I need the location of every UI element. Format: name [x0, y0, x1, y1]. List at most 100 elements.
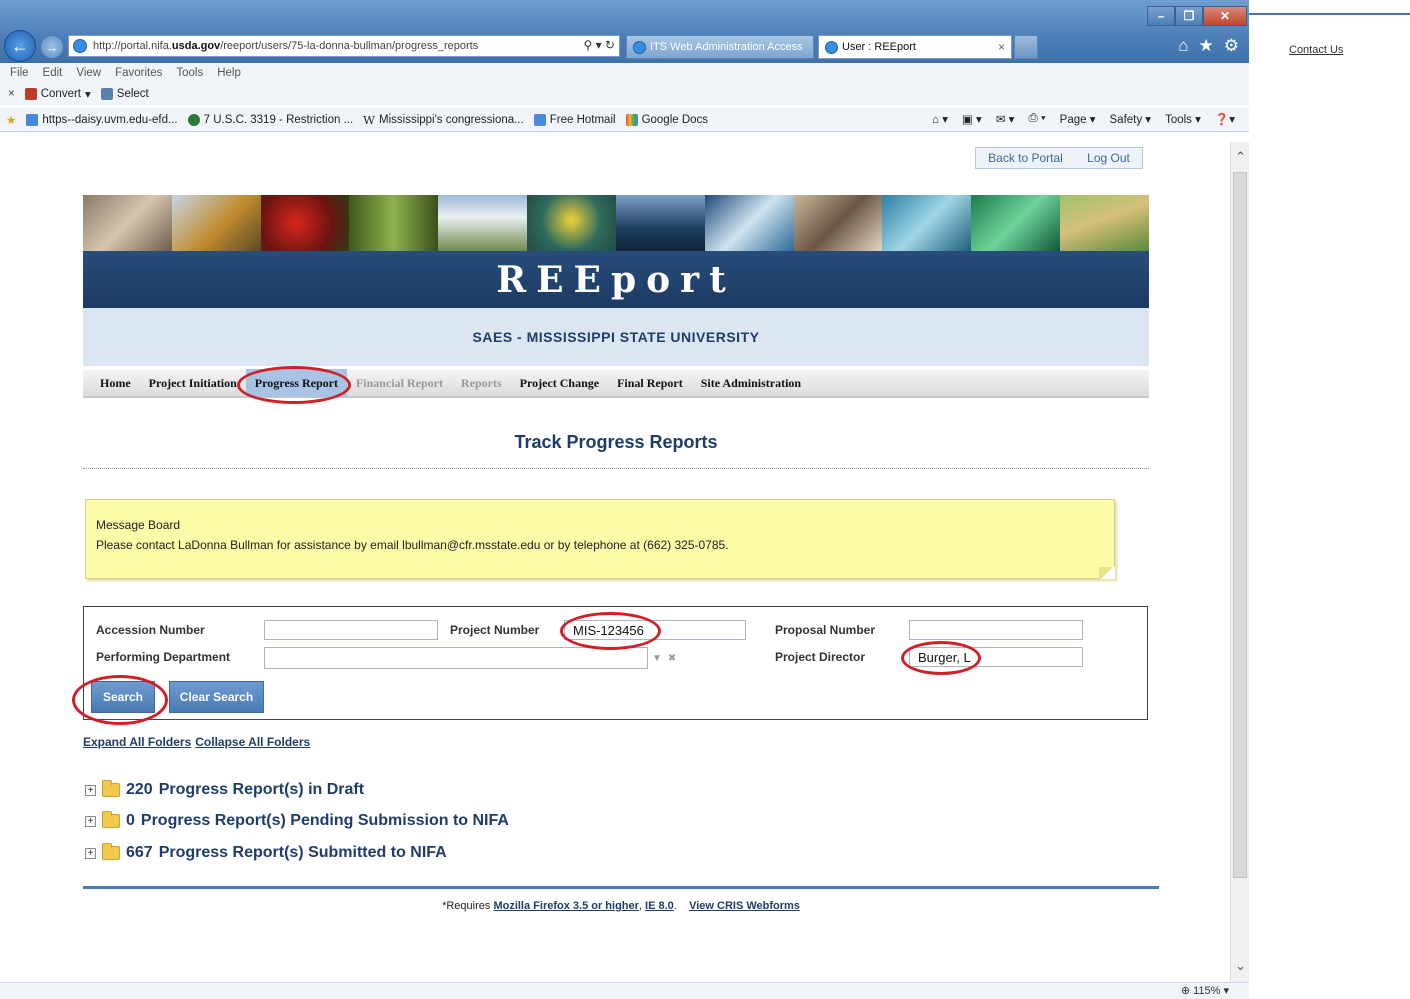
ie-link[interactable]: IE 8.0	[645, 900, 674, 912]
search-button[interactable]: Search	[91, 681, 155, 713]
new-tab-button[interactable]	[1014, 35, 1038, 59]
expand-plus-icon[interactable]: +	[85, 847, 96, 859]
folder-label[interactable]: Progress Report(s) Submitted to NIFA	[159, 844, 447, 862]
star-icon[interactable]: ★	[1199, 36, 1214, 56]
favorite-link[interactable]: 7 U.S.C. 3319 - Restriction ...	[187, 113, 353, 126]
close-window-icon[interactable]: ✕	[1203, 6, 1247, 26]
scroll-up-icon[interactable]: ⌃	[1231, 142, 1250, 172]
favorites-star-icon[interactable]: ★	[6, 113, 16, 127]
close-icon[interactable]: ×	[8, 88, 15, 100]
select-button[interactable]: Select	[100, 88, 149, 100]
wikipedia-icon: W	[363, 112, 375, 127]
nav-project-initiation[interactable]: Project Initiation	[140, 369, 246, 397]
menu-edit[interactable]: Edit	[43, 67, 63, 79]
restore-icon[interactable]: ❐	[1175, 6, 1203, 26]
mail-icon[interactable]: ✉ ▾	[996, 112, 1015, 126]
nav-project-change[interactable]: Project Change	[511, 369, 608, 397]
minimize-icon[interactable]: –	[1147, 6, 1175, 26]
menu-file[interactable]: File	[10, 67, 29, 79]
select-icon	[100, 88, 113, 100]
favorite-label: https--daisy.uvm.edu-efd...	[42, 113, 178, 126]
folder-row-pending[interactable]: + 0 Progress Report(s) Pending Submissio…	[85, 811, 509, 830]
tab-user-reeport[interactable]: User : REEport ×	[818, 35, 1012, 59]
home-icon[interactable]: ⌂	[1178, 36, 1188, 56]
feeds-icon[interactable]: ▣ ▾	[962, 112, 982, 126]
tab-its-web-administration[interactable]: ITS Web Administration Access	[626, 35, 814, 59]
safety-menu[interactable]: Safety ▾	[1110, 112, 1152, 126]
gear-icon[interactable]: ⚙	[1224, 36, 1239, 56]
help-icon[interactable]: ❓▾	[1215, 112, 1235, 126]
menu-help[interactable]: Help	[217, 67, 241, 79]
folder-row-submitted[interactable]: + 667 Progress Report(s) Submitted to NI…	[85, 843, 447, 862]
address-url[interactable]: http://portal.nifa.usda.gov/reeport/user…	[93, 40, 563, 52]
page-menu[interactable]: Page ▾	[1060, 112, 1096, 126]
view-cris-webforms-link[interactable]: View CRIS Webforms	[689, 900, 800, 912]
search-icon[interactable]: ⚲ ▾ ↻	[583, 38, 615, 52]
project-number-input[interactable]: MIS-123456	[564, 620, 746, 640]
collapse-all-folders-link[interactable]: Collapse All Folders	[195, 735, 310, 749]
home-icon[interactable]: ⌂ ▾	[932, 112, 948, 126]
performing-department-select[interactable]	[264, 647, 648, 669]
back-to-portal-link[interactable]: Back to Portal	[988, 151, 1063, 165]
folder-label[interactable]: Progress Report(s) Pending Submission to…	[141, 812, 509, 830]
print-icon[interactable]: ⎙ ▾	[1028, 112, 1045, 126]
banner-photo	[793, 195, 883, 251]
accession-number-input[interactable]	[264, 620, 438, 640]
top-links: Back to Portal Log Out	[975, 147, 1143, 169]
address-bar[interactable]: http://portal.nifa.usda.gov/reeport/user…	[68, 35, 620, 57]
nav-final-report[interactable]: Final Report	[608, 369, 692, 397]
nav-site-administration[interactable]: Site Administration	[692, 369, 810, 397]
favorite-label: Mississippi's congressiona...	[379, 113, 524, 126]
tab-label: ITS Web Administration Access	[650, 41, 803, 53]
department-controls: ▼ ✖	[652, 647, 696, 669]
project-director-input[interactable]: Burger, L	[909, 647, 1083, 667]
proposal-number-input[interactable]	[909, 620, 1083, 640]
vertical-scrollbar[interactable]: ⌃ ⌄	[1230, 142, 1249, 982]
banner-photo	[349, 195, 439, 251]
nav-home[interactable]: Home	[91, 369, 140, 397]
expand-plus-icon[interactable]: +	[85, 784, 96, 796]
banner-photo-strip	[83, 195, 1149, 251]
page-icon	[26, 113, 39, 126]
banner-photo	[438, 195, 528, 251]
performing-department-label: Performing Department	[96, 650, 231, 664]
footer-divider	[83, 886, 1159, 889]
clear-icon[interactable]: ✖	[668, 653, 676, 664]
expand-plus-icon[interactable]: +	[85, 815, 96, 827]
close-icon[interactable]: ×	[998, 40, 1005, 54]
menu-view[interactable]: View	[76, 67, 101, 79]
requires-text: *Requires	[442, 900, 491, 912]
back-arrow-icon[interactable]: ←	[4, 30, 36, 62]
nav-progress-report[interactable]: Progress Report	[245, 369, 347, 397]
menu-tools[interactable]: Tools	[176, 67, 203, 79]
tools-menu[interactable]: Tools ▾	[1165, 112, 1201, 126]
favorite-link[interactable]: https--daisy.uvm.edu-efd...	[26, 113, 178, 126]
favorite-link[interactable]: Google Docs	[625, 113, 709, 126]
url-prefix: http://portal.nifa.	[93, 40, 172, 52]
institution-name: SAES - MISSISSIPPI STATE UNIVERSITY	[83, 308, 1149, 366]
convert-button[interactable]: Convert ▾	[24, 87, 91, 101]
contact-us-link[interactable]: Contact Us	[1289, 44, 1343, 56]
favorite-label: Free Hotmail	[549, 113, 616, 126]
scroll-down-icon[interactable]: ⌄	[1231, 956, 1250, 976]
favorite-link[interactable]: W Mississippi's congressiona...	[363, 113, 524, 127]
chevron-down-icon[interactable]: ▼	[652, 653, 662, 664]
divider	[83, 468, 1149, 469]
ie-icon	[633, 40, 646, 54]
forward-arrow-icon[interactable]: →	[40, 35, 64, 59]
menu-favorites[interactable]: Favorites	[115, 67, 162, 79]
favorite-label: Google Docs	[641, 113, 709, 126]
clear-search-button[interactable]: Clear Search	[169, 681, 264, 713]
firefox-link[interactable]: Mozilla Firefox 3.5 or higher	[493, 900, 638, 912]
reeport-logo: REEport	[83, 251, 1149, 308]
log-out-link[interactable]: Log Out	[1087, 151, 1130, 165]
message-board-text: Please contact LaDonna Bullman for assis…	[96, 538, 729, 552]
expand-all-folders-link[interactable]: Expand All Folders	[83, 735, 191, 749]
folder-label[interactable]: Progress Report(s) in Draft	[159, 781, 364, 799]
scroll-thumb[interactable]	[1233, 172, 1247, 878]
banner-photo	[615, 195, 705, 251]
zoom-level[interactable]: ⊕ 115% ▾	[1181, 984, 1229, 997]
folder-row-draft[interactable]: + 220 Progress Report(s) in Draft	[85, 780, 364, 799]
favorite-link[interactable]: Free Hotmail	[533, 113, 616, 126]
project-number-label: Project Number	[450, 623, 540, 637]
